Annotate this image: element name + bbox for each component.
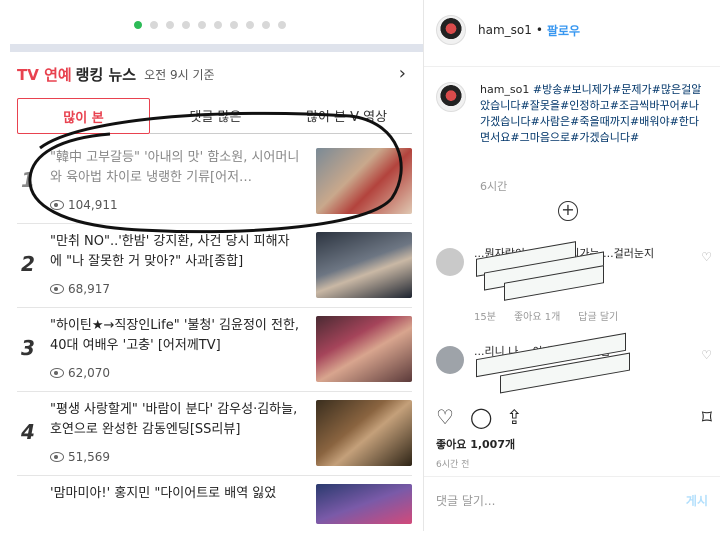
carousel-dot[interactable] bbox=[230, 21, 238, 29]
chevron-right-icon[interactable]: › bbox=[399, 63, 406, 84]
carousel-dots bbox=[134, 21, 286, 29]
news-item[interactable]: 1 "韓中 고부갈등" '아내의 맛' 함소원, 시어머니와 육아법 차이로 냉… bbox=[17, 140, 412, 224]
ranking-time: 오전 9시 기준 bbox=[144, 68, 215, 82]
section-title-red: TV 연예 bbox=[17, 66, 72, 84]
news-views: 51,569 bbox=[50, 450, 110, 464]
post-button[interactable]: 게시 bbox=[686, 492, 708, 509]
news-thumbnail[interactable] bbox=[316, 316, 412, 382]
comment-input[interactable]: 댓글 달기... bbox=[436, 492, 495, 509]
news-title[interactable]: "하이틴★→직장인Life" '불청' 김윤정이 전한, 40대 여배우 '고충… bbox=[50, 316, 300, 356]
news-item[interactable]: 4 "평생 사랑할게" '바람이 분다' 감우성·김하늘, 호연으로 완성한 감… bbox=[17, 392, 412, 476]
news-rank: 2 bbox=[21, 252, 35, 276]
eye-icon bbox=[50, 368, 64, 378]
divider bbox=[424, 476, 720, 477]
follow-button[interactable]: 팔로우 bbox=[547, 22, 580, 39]
avatar[interactable] bbox=[436, 15, 466, 45]
heart-icon[interactable]: ♡ bbox=[701, 348, 712, 362]
carousel-dot[interactable] bbox=[150, 21, 158, 29]
views-count: 104,911 bbox=[68, 198, 118, 212]
comment-time: 15분 bbox=[474, 312, 496, 323]
bookmark-icon[interactable]: ⌑ bbox=[702, 405, 712, 429]
heart-icon[interactable]: ♡ bbox=[701, 250, 712, 264]
news-title[interactable]: "평생 사랑할게" '바람이 분다' 감우성·김하늘, 호연으로 완성한 감동엔… bbox=[50, 400, 300, 440]
news-item[interactable]: 3 "하이틴★→직장인Life" '불청' 김윤정이 전한, 40대 여배우 '… bbox=[17, 308, 412, 392]
post-header: ham_so1 • 팔로우 bbox=[436, 15, 580, 45]
news-rank: 1 bbox=[21, 168, 35, 192]
separator: • bbox=[535, 23, 543, 37]
caption: ham_so1 #방송#보니제가#문제가#많은걸알았습니다#잘못을#인정하고#조… bbox=[436, 82, 712, 146]
eye-icon bbox=[50, 452, 64, 462]
divider bbox=[424, 66, 720, 67]
tab-most-comments[interactable]: 댓글 많은 bbox=[150, 98, 281, 134]
news-rank: 3 bbox=[21, 336, 35, 360]
carousel-dot[interactable] bbox=[262, 21, 270, 29]
news-title[interactable]: "韓中 고부갈등" '아내의 맛' 함소원, 시어머니와 육아법 차이로 냉랭한… bbox=[50, 148, 300, 188]
carousel-dot[interactable] bbox=[182, 21, 190, 29]
news-item[interactable]: '맘마미아!' 홍지민 "다이어트로 배역 잃었 bbox=[17, 476, 412, 560]
load-more-comments-icon[interactable]: + bbox=[558, 201, 578, 221]
section-title: 랭킹 뉴스 bbox=[75, 66, 137, 84]
carousel-dot[interactable] bbox=[134, 21, 142, 29]
views-count: 51,569 bbox=[68, 450, 110, 464]
carousel-dot[interactable] bbox=[246, 21, 254, 29]
post-time: 6시간 전 bbox=[436, 460, 470, 470]
news-thumbnail[interactable] bbox=[316, 232, 412, 298]
news-title[interactable]: '맘마미아!' 홍지민 "다이어트로 배역 잃었 bbox=[50, 484, 300, 504]
news-views: 62,070 bbox=[50, 366, 110, 380]
ranking-tabs: 많이 본 댓글 많은 많이 본 V 영상 bbox=[17, 98, 412, 134]
caption-time: 6시간 bbox=[480, 180, 508, 193]
tab-most-viewed-video[interactable]: 많이 본 V 영상 bbox=[281, 98, 412, 134]
avatar[interactable] bbox=[436, 346, 464, 374]
comment-likes[interactable]: 좋아요 1개 bbox=[514, 308, 560, 323]
tab-most-viewed[interactable]: 많이 본 bbox=[17, 98, 150, 134]
news-thumbnail[interactable] bbox=[316, 148, 412, 214]
views-count: 68,917 bbox=[68, 282, 110, 296]
carousel-dot[interactable] bbox=[198, 21, 206, 29]
carousel-dot[interactable] bbox=[278, 21, 286, 29]
eye-icon bbox=[50, 200, 64, 210]
news-views: 68,917 bbox=[50, 282, 110, 296]
avatar[interactable] bbox=[436, 82, 466, 112]
instagram-panel: ham_so1 • 팔로우 ham_so1 #방송#보니제가#문제가#많은걸알았… bbox=[423, 0, 720, 531]
likes-count[interactable]: 좋아요 1,007개 bbox=[436, 436, 515, 452]
news-rank: 4 bbox=[21, 420, 35, 444]
reply-button[interactable]: 답글 달기 bbox=[578, 308, 618, 323]
ranking-header: TV 연예 랭킹 뉴스 오전 9시 기준 › bbox=[17, 63, 412, 85]
news-views: 104,911 bbox=[50, 198, 118, 212]
carousel-dot[interactable] bbox=[214, 21, 222, 29]
news-panel: TV 연예 랭킹 뉴스 오전 9시 기준 › 많이 본 댓글 많은 많이 본 V… bbox=[0, 0, 423, 531]
share-icon[interactable]: ⇪ bbox=[506, 405, 523, 429]
comment-icon[interactable]: ◯ bbox=[470, 405, 492, 429]
carousel-dot[interactable] bbox=[166, 21, 174, 29]
news-item[interactable]: 2 "만취 NO"..'한밤' 강지환, 사건 당시 피해자에 "나 잘못한 거… bbox=[17, 224, 412, 308]
news-thumbnail[interactable] bbox=[316, 400, 412, 466]
section-divider bbox=[10, 44, 423, 52]
news-title[interactable]: "만취 NO"..'한밤' 강지환, 사건 당시 피해자에 "나 잘못한 거 맞… bbox=[50, 232, 300, 272]
heart-icon[interactable]: ♡ bbox=[436, 405, 454, 429]
news-list: 1 "韓中 고부갈등" '아내의 맛' 함소원, 시어머니와 육아법 차이로 냉… bbox=[17, 140, 412, 560]
avatar[interactable] bbox=[436, 248, 464, 276]
views-count: 62,070 bbox=[68, 366, 110, 380]
action-bar: ♡ ◯ ⇪ ⌑ bbox=[436, 405, 712, 431]
caption-username[interactable]: ham_so1 bbox=[480, 83, 529, 96]
username[interactable]: ham_so1 bbox=[478, 23, 532, 37]
caption-text: ham_so1 #방송#보니제가#문제가#많은걸알았습니다#잘못을#인정하고#조… bbox=[480, 82, 706, 146]
comment-meta: 15분 좋아요 1개 답글 달기 bbox=[474, 308, 618, 323]
news-thumbnail[interactable] bbox=[316, 484, 412, 524]
eye-icon bbox=[50, 284, 64, 294]
